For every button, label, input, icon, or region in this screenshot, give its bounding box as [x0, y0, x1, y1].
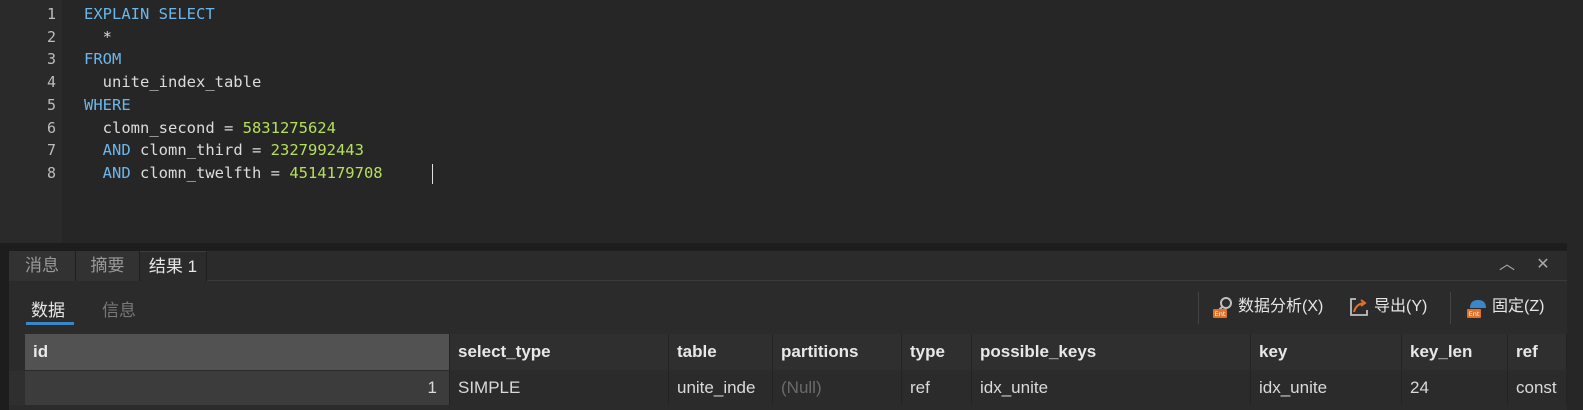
svg-text:Ent: Ent	[1469, 310, 1480, 318]
sql-keyword: AND	[102, 163, 131, 182]
close-panel-button[interactable]: ✕	[1531, 253, 1555, 277]
data-analysis-label: 数据分析(X)	[1238, 298, 1324, 315]
line-number: 2	[46, 27, 56, 46]
subtab-data[interactable]: 数据	[31, 296, 65, 321]
code-line[interactable]: *	[84, 26, 112, 48]
tab-result-1[interactable]: 结果 1	[140, 251, 207, 281]
line-number-gutter: 1 2 3 4 5 6 7 8	[0, 0, 62, 243]
line-number: 5	[46, 95, 56, 114]
data-analysis-button[interactable]: Ent 数据分析(X)	[1212, 294, 1340, 320]
export-button[interactable]: 导出(Y)	[1348, 294, 1440, 320]
table-cell[interactable]: const	[1508, 371, 1567, 405]
subtab-info[interactable]: 信息	[102, 296, 136, 321]
active-subtab-indicator	[26, 322, 74, 325]
svg-text:Ent: Ent	[1215, 310, 1226, 318]
column-header-key[interactable]: key	[1251, 334, 1402, 370]
table-cell[interactable]: ref	[902, 371, 972, 405]
tab-summary[interactable]: 摘要	[76, 251, 140, 281]
chevron-up-icon: ︿	[1498, 256, 1515, 273]
line-number: 7	[46, 141, 56, 160]
line-number: 8	[46, 163, 56, 182]
sql-text: unite_index_table	[84, 73, 262, 92]
pin-button[interactable]: Ent 固定(Z)	[1466, 294, 1562, 320]
pane-splitter[interactable]	[0, 243, 1583, 251]
toolbar-separator	[1450, 292, 1451, 324]
sql-keyword: AND	[102, 141, 131, 160]
code-line[interactable]: unite_index_table	[84, 71, 262, 93]
result-subbar: 数据 信息 Ent 数据分析(X) 导出(Y) Ent 固定(Z)	[9, 282, 1567, 334]
table-cell[interactable]: (Null)	[773, 371, 902, 405]
sql-text: *	[84, 27, 112, 46]
table-cell[interactable]: 1	[25, 371, 450, 405]
column-header-partitions[interactable]: partitions	[773, 334, 902, 370]
column-header-possible-keys[interactable]: possible_keys	[972, 334, 1251, 370]
sql-keyword: WHERE	[84, 95, 131, 114]
export-label: 导出(Y)	[1374, 298, 1428, 315]
data-analysis-icon: Ent	[1213, 297, 1232, 318]
right-border	[1567, 0, 1583, 410]
close-icon: ✕	[1536, 256, 1550, 273]
table-cell[interactable]: unite_inde	[669, 371, 773, 405]
sql-editor[interactable]: 1 2 3 4 5 6 7 8 EXPLAIN SELECT * FROM unite_inde…	[0, 0, 1583, 243]
sql-keyword: EXPLAIN SELECT	[84, 5, 215, 23]
table-cell[interactable]: idx_unite	[1251, 371, 1402, 405]
code-line[interactable]: AND clomn_twelfth = 4514179708	[84, 162, 383, 184]
line-number: 3	[46, 50, 56, 69]
code-line[interactable]: WHERE	[84, 94, 131, 116]
result-tab-bar: 消息 摘要 结果 1 ︿ ✕	[9, 251, 1567, 281]
sql-text: clomn_second =	[84, 118, 243, 137]
column-header-key-len[interactable]: key_len	[1402, 334, 1508, 370]
sql-number: 4514179708	[289, 163, 383, 182]
export-icon	[1350, 298, 1368, 316]
sql-text: clomn_third =	[130, 141, 271, 160]
pin-label: 固定(Z)	[1492, 298, 1545, 315]
line-number: 6	[46, 118, 56, 137]
table-cell[interactable]: 24	[1402, 371, 1508, 405]
sql-number: 5831275624	[242, 118, 336, 137]
toolbar-separator	[1198, 292, 1199, 324]
code-line[interactable]: clomn_second = 5831275624	[84, 117, 336, 139]
table-cell[interactable]: idx_unite	[972, 371, 1251, 405]
sql-number: 2327992443	[270, 141, 364, 160]
collapse-panel-button[interactable]: ︿	[1495, 253, 1519, 277]
column-header-ref[interactable]: ref	[1508, 334, 1567, 370]
sql-keyword: FROM	[84, 50, 122, 69]
sql-text: clomn_twelfth =	[130, 163, 290, 182]
row-indicator[interactable]	[9, 371, 25, 405]
table-cell[interactable]: SIMPLE	[450, 371, 669, 405]
column-header-type[interactable]: type	[902, 334, 972, 370]
column-header-table[interactable]: table	[669, 334, 773, 370]
column-header-id[interactable]: id	[25, 334, 450, 370]
tab-messages[interactable]: 消息	[9, 251, 76, 281]
code-line[interactable]: FROM	[84, 48, 121, 70]
code-line[interactable]: AND clomn_third = 2327992443	[84, 139, 364, 161]
line-number: 4	[46, 73, 56, 92]
line-number: 1	[46, 5, 56, 23]
left-border	[0, 243, 9, 410]
code-line[interactable]: EXPLAIN SELECT	[84, 3, 215, 25]
text-cursor	[432, 164, 433, 184]
column-header-select-type[interactable]: select_type	[450, 334, 669, 370]
result-grid[interactable]: id 1 select_type SIMPLE table unite_inde parti…	[25, 334, 1567, 410]
pin-icon: Ent	[1467, 300, 1486, 318]
